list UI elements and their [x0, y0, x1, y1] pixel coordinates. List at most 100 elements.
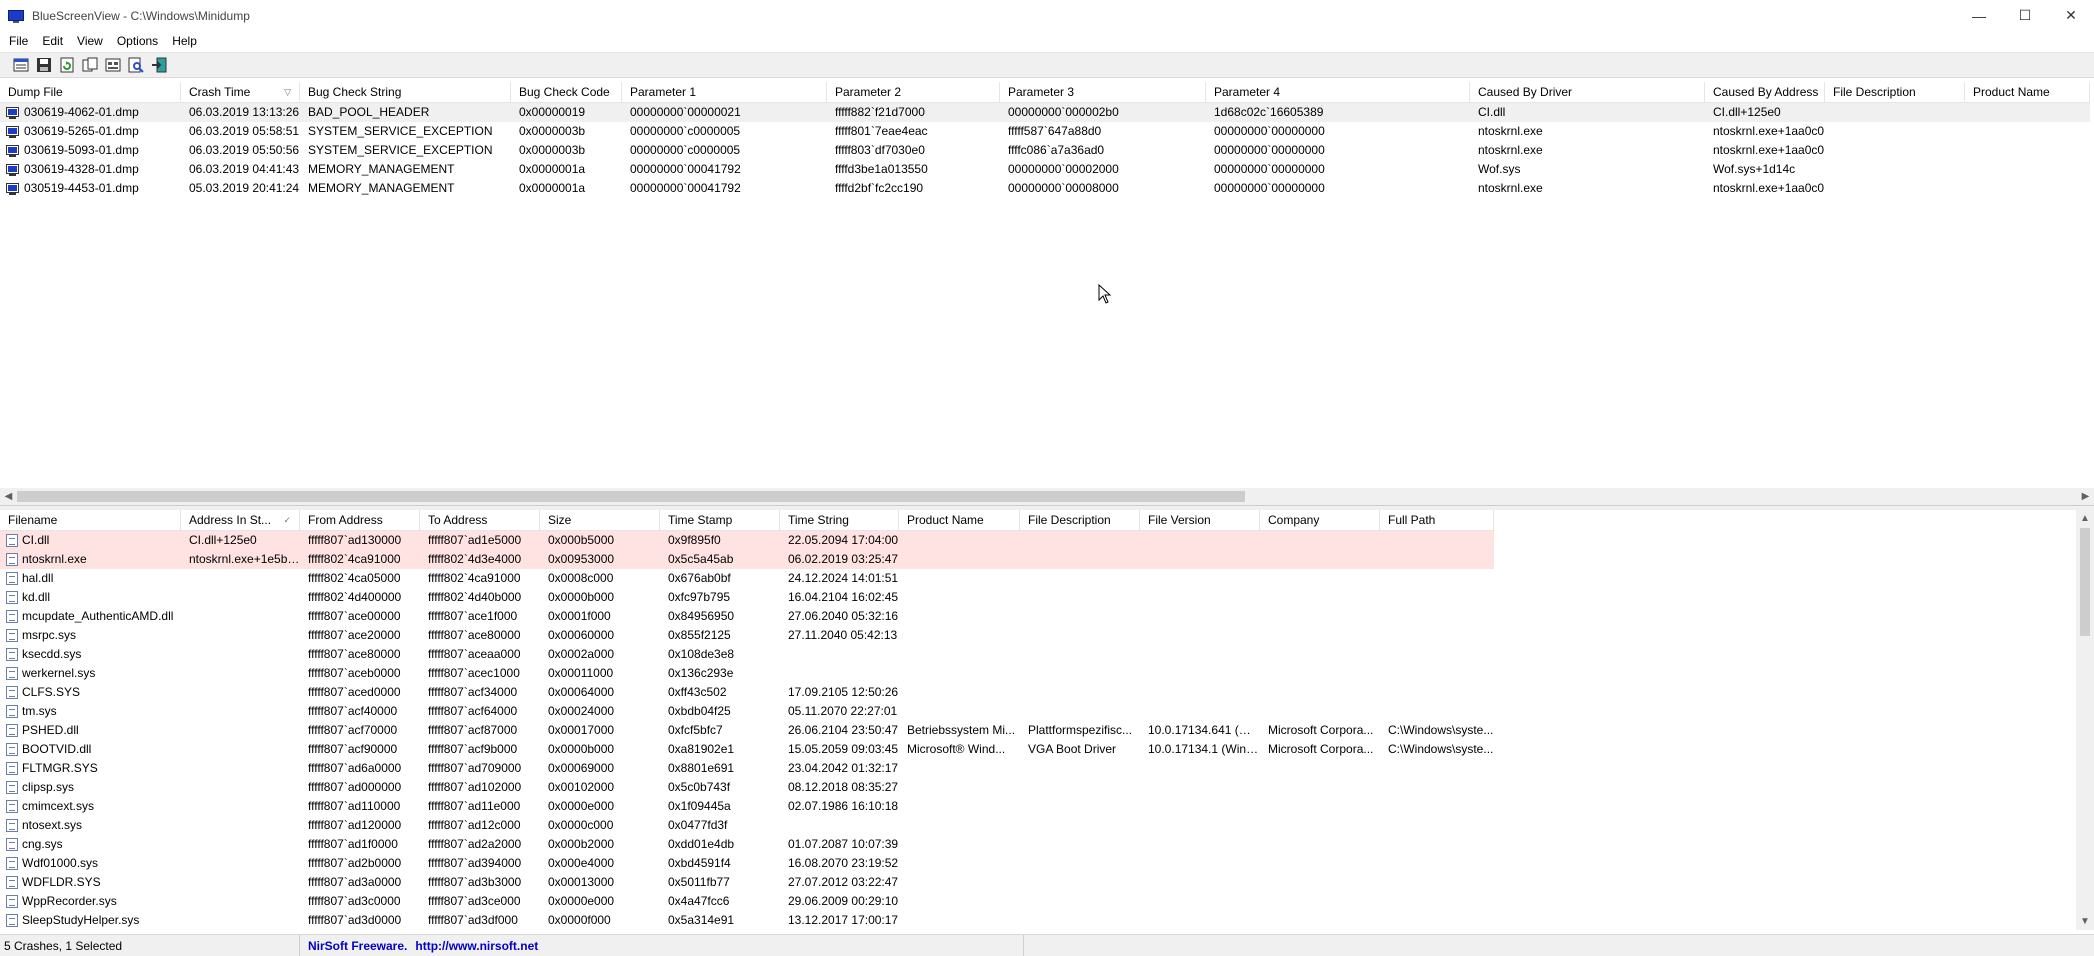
crash-list[interactable]: Dump File Crash Time ▽ Bug Check String Bug … [0, 82, 2094, 506]
menu-help[interactable]: Help [165, 34, 204, 48]
column-header-size[interactable]: Size [540, 510, 660, 531]
driver-row[interactable]: WDFLDR.SYS fffff807`ad3a0000 fffff807`ad3b… [0, 873, 1494, 892]
cell-address-in-st [181, 835, 300, 854]
maximize-button[interactable]: ☐ [2002, 0, 2048, 31]
driver-row[interactable]: CLFS.SYS fffff807`aced0000 fffff807`acf340… [0, 683, 1494, 702]
cell-text: 030619-4062-01.dmp [24, 105, 139, 119]
cell-file-description [1020, 892, 1140, 911]
exit-button[interactable] [148, 54, 170, 76]
driver-row[interactable]: tm.sys fffff807`acf40000 fffff807`acf64000… [0, 702, 1494, 721]
cell-parameter-1: 00000000`c0000005 [630, 143, 741, 157]
column-header-product-name[interactable]: Product Name [1965, 82, 2090, 103]
nirsoft-url[interactable]: http://www.nirsoft.net [415, 939, 538, 953]
menu-view[interactable]: View [70, 34, 110, 48]
cell-text: ntoskrnl.exe [22, 552, 87, 566]
driver-row[interactable]: mcupdate_AuthenticAMD.dll fffff807`ace000… [0, 607, 1494, 626]
column-header-bug-check-code[interactable]: Bug Check Code [511, 82, 622, 103]
save-button[interactable] [33, 54, 55, 76]
cell-company [1260, 892, 1380, 911]
cell-bug-check-string: MEMORY_MANAGEMENT [308, 181, 455, 195]
crash-row[interactable]: 030619-5265-01.dmp 06.03.2019 05:58:51 SYS… [0, 122, 2090, 141]
column-header-file-description[interactable]: File Description [1020, 510, 1140, 531]
refresh-icon [60, 57, 74, 73]
vertical-scrollbar[interactable]: ▲ ▼ [2076, 510, 2094, 930]
cell-crash-time: 06.03.2019 05:50:56 [189, 143, 300, 157]
column-header-file-version[interactable]: File Version [1140, 510, 1260, 531]
cell-product-name: Betriebssystem Mi... [907, 723, 1016, 737]
find-button[interactable] [125, 54, 147, 76]
column-header-parameter-3[interactable]: Parameter 3 [1000, 82, 1206, 103]
driver-row[interactable]: cmimcext.sys fffff807`ad110000 fffff807`ad… [0, 797, 1494, 816]
scroll-left-icon[interactable]: ◀ [0, 488, 17, 505]
column-header-crash-time[interactable]: Crash Time ▽ [181, 82, 300, 103]
cell-address-in-st [181, 759, 300, 778]
driver-list[interactable]: Filename Address In St... ✓ From Address To … [0, 510, 2076, 930]
column-header-caused-by-address[interactable]: Caused By Address [1705, 82, 1825, 103]
driver-row[interactable]: PSHED.dll fffff807`acf70000 fffff807`acf87… [0, 721, 1494, 740]
column-header-bug-check-string[interactable]: Bug Check String [300, 82, 511, 103]
column-header-time-stamp[interactable]: Time Stamp [660, 510, 780, 531]
crash-row[interactable]: 030519-4453-01.dmp 05.03.2019 20:41:24 MEM… [0, 179, 2090, 198]
driver-row[interactable]: msrpc.sys fffff807`ace20000 fffff807`ace80… [0, 626, 1494, 645]
scroll-right-icon[interactable]: ▶ [2077, 488, 2094, 505]
nirsoft-link[interactable]: NirSoft Freeware. http://www.nirsoft.net [300, 934, 1024, 956]
column-header-to-address[interactable]: To Address [420, 510, 540, 531]
menu-edit[interactable]: Edit [35, 34, 70, 48]
driver-row[interactable]: ksecdd.sys fffff807`ace80000 fffff807`acea… [0, 645, 1494, 664]
cell-time-string: 06.02.2019 03:25:47 [788, 552, 899, 566]
horizontal-scroll-thumb[interactable] [17, 491, 1245, 502]
column-header-time-string[interactable]: Time String [780, 510, 899, 531]
driver-row[interactable]: CI.dll CI.dll+125e0 fffff807`ad130000 fffff… [0, 531, 1494, 550]
cell-parameter-3: ffffc086`a7a36ad0 [1008, 143, 1105, 157]
column-header-address-in-st[interactable]: Address In St... ✓ [181, 510, 300, 531]
cell-file-description [1020, 550, 1140, 569]
cell-file-description [1020, 626, 1140, 645]
column-header-full-path[interactable]: Full Path [1380, 510, 1494, 531]
menu-file[interactable]: File [2, 34, 35, 48]
scroll-up-icon[interactable]: ▲ [2076, 510, 2094, 527]
driver-row[interactable]: WppRecorder.sys fffff807`ad3c0000 fffff807… [0, 892, 1494, 911]
cell-company [1260, 626, 1380, 645]
driver-row[interactable]: clipsp.sys fffff807`ad000000 fffff807`ad10… [0, 778, 1494, 797]
cell-filename: kd.dll [0, 588, 181, 607]
driver-row[interactable]: BOOTVID.dll fffff807`acf90000 fffff807`acf… [0, 740, 1494, 759]
driver-file-icon [6, 781, 18, 794]
column-header-company[interactable]: Company [1260, 510, 1380, 531]
close-button[interactable]: ✕ [2048, 0, 2094, 31]
driver-row[interactable]: ntoskrnl.exe ntoskrnl.exe+1e5b44 fffff802`… [0, 550, 1494, 569]
column-header-parameter-1[interactable]: Parameter 1 [622, 82, 827, 103]
driver-row[interactable]: FLTMGR.SYS fffff807`ad6a0000 fffff807`ad70… [0, 759, 1494, 778]
driver-row[interactable]: werkernel.sys fffff807`aceb0000 fffff807`a… [0, 664, 1494, 683]
minimize-button[interactable]: — [1956, 0, 2002, 31]
cell-full-path [1380, 645, 1494, 664]
driver-row[interactable]: ntosext.sys fffff807`ad120000 fffff807`ad1… [0, 816, 1494, 835]
column-header-from-address[interactable]: From Address [300, 510, 420, 531]
cell-to-address: fffff802`4d40b000 [428, 590, 522, 604]
cell-file-description [1825, 160, 1965, 179]
refresh-button[interactable] [56, 54, 78, 76]
crash-list-rows: 030619-4062-01.dmp 06.03.2019 13:13:26 BAD… [0, 103, 2090, 198]
menu-options[interactable]: Options [110, 34, 165, 48]
column-header-caused-by-driver[interactable]: Caused By Driver [1470, 82, 1705, 103]
driver-row[interactable]: kd.dll fffff802`4d400000 fffff802`4d40b000… [0, 588, 1494, 607]
column-header-parameter-4[interactable]: Parameter 4 [1206, 82, 1470, 103]
driver-row[interactable]: hal.dll fffff802`4ca05000 fffff802`4ca9100… [0, 569, 1494, 588]
driver-row[interactable]: Wdf01000.sys fffff807`ad2b0000 fffff807`ad… [0, 854, 1494, 873]
properties-button[interactable] [10, 54, 32, 76]
column-header-parameter-2[interactable]: Parameter 2 [827, 82, 1000, 103]
column-header-product-name[interactable]: Product Name [899, 510, 1020, 531]
column-header-filename[interactable]: Filename [0, 510, 181, 531]
driver-row[interactable]: cng.sys fffff807`ad1f0000 fffff807`ad2a200… [0, 835, 1494, 854]
options-button[interactable] [102, 54, 124, 76]
crash-row[interactable]: 030619-5093-01.dmp 06.03.2019 05:50:56 SYS… [0, 141, 2090, 160]
driver-row[interactable]: SleepStudyHelper.sys fffff807`ad3d0000 fff… [0, 911, 1494, 930]
column-header-dump-file[interactable]: Dump File [0, 82, 181, 103]
copy-button[interactable] [79, 54, 101, 76]
horizontal-scrollbar[interactable]: ◀ ▶ [0, 488, 2094, 505]
crash-row[interactable]: 030619-4328-01.dmp 06.03.2019 04:41:43 MEM… [0, 160, 2090, 179]
crash-row[interactable]: 030619-4062-01.dmp 06.03.2019 13:13:26 BAD… [0, 103, 2090, 122]
cell-file-description [1825, 179, 1965, 198]
vertical-scroll-thumb[interactable] [2080, 528, 2090, 636]
scroll-down-icon[interactable]: ▼ [2076, 913, 2094, 930]
column-header-file-description[interactable]: File Description [1825, 82, 1965, 103]
